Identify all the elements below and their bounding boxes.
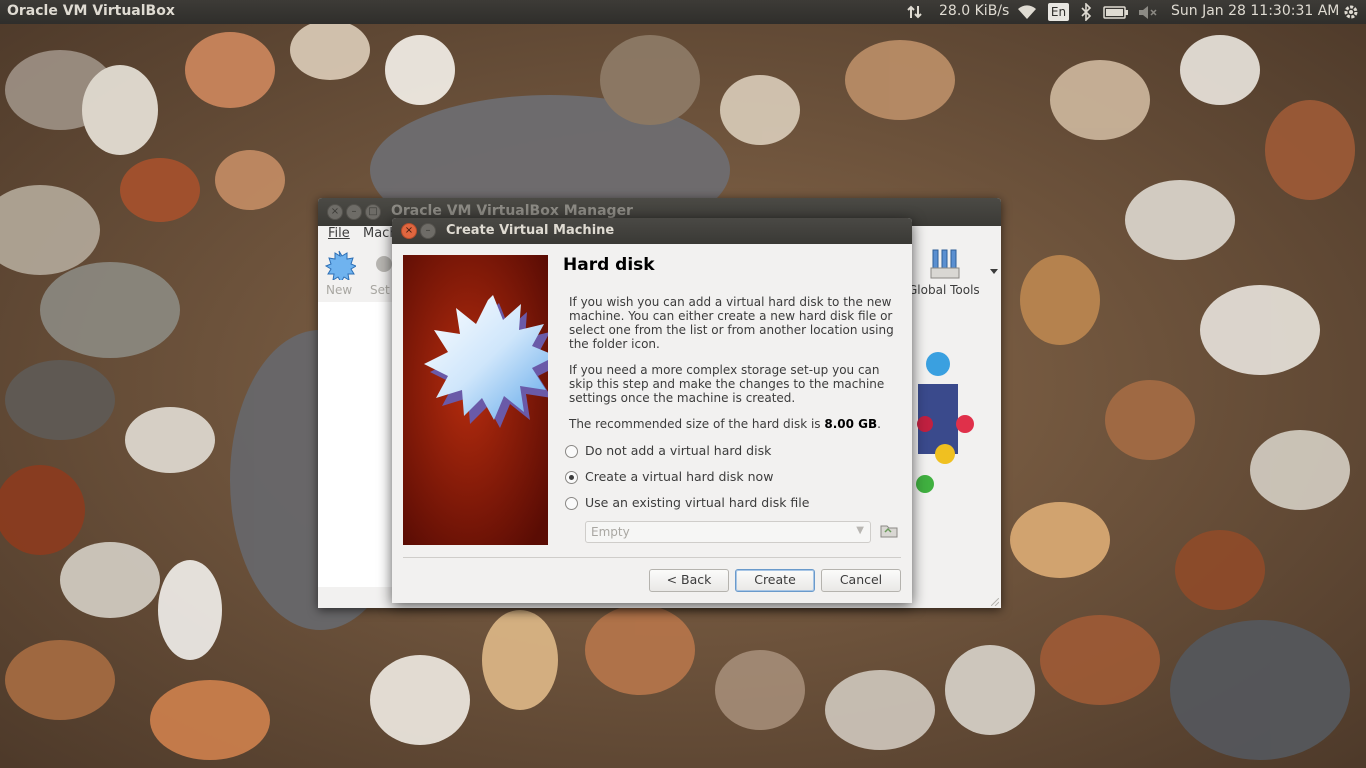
resize-grip[interactable]: [991, 598, 999, 606]
dialog-titlebar: × – Create Virtual Machine: [392, 218, 912, 244]
choose-disk-folder-icon[interactable]: [880, 523, 898, 538]
back-button[interactable]: < Back: [649, 569, 729, 592]
chevron-down-icon: ▼: [856, 525, 864, 536]
create-vm-dialog: × – Create Virtual Machine Hard disk If …: [392, 218, 912, 603]
minimize-icon[interactable]: –: [420, 223, 436, 239]
power-gear-icon[interactable]: [1343, 4, 1359, 20]
wifi-icon[interactable]: [1017, 5, 1037, 20]
new-vm-icon[interactable]: [322, 250, 356, 280]
manager-title: Oracle VM VirtualBox Manager: [391, 203, 633, 219]
global-tools-icon[interactable]: [930, 248, 960, 280]
existing-disk-select-value: Empty: [591, 525, 630, 539]
vm-list[interactable]: [318, 302, 394, 587]
virtualbox-mascot-icon: [916, 352, 974, 493]
network-speed[interactable]: 28.0 KiB/s: [939, 3, 1009, 19]
new-vm-label: New: [326, 283, 353, 297]
create-button[interactable]: Create: [735, 569, 815, 592]
volume-muted-icon[interactable]: [1138, 5, 1158, 20]
battery-icon[interactable]: [1103, 6, 1129, 19]
existing-disk-select[interactable]: Empty ▼: [585, 521, 871, 543]
description-paragraph-2: If you need a more complex storage set-u…: [569, 363, 885, 405]
recommended-size-suffix: .: [877, 417, 881, 431]
network-transfer-icon[interactable]: [906, 4, 924, 20]
radio-button[interactable]: [565, 445, 578, 458]
maximize-icon[interactable]: □: [365, 204, 381, 220]
page-heading: Hard disk: [563, 255, 655, 275]
bluetooth-icon[interactable]: [1080, 3, 1092, 21]
toolbar-overflow-icon[interactable]: [989, 268, 999, 276]
recommended-size-prefix: The recommended size of the hard disk is: [569, 417, 825, 431]
active-app-title: Oracle VM VirtualBox: [7, 3, 175, 19]
description-paragraph-1: If you wish you can add a virtual hard d…: [569, 295, 894, 351]
radio-existing-disk-label[interactable]: Use an existing virtual hard disk file: [585, 495, 809, 510]
global-tools-label: Global Tools: [908, 283, 980, 297]
menu-file[interactable]: File: [328, 226, 350, 241]
wizard-banner-image: [403, 255, 548, 545]
minimize-icon[interactable]: –: [346, 204, 362, 220]
recommended-size-text: The recommended size of the hard disk is…: [569, 417, 881, 431]
close-icon[interactable]: ×: [401, 223, 417, 239]
cancel-button[interactable]: Cancel: [821, 569, 901, 592]
clock[interactable]: Sun Jan 28 11:30:31 AM: [1171, 3, 1339, 19]
radio-no-disk-label[interactable]: Do not add a virtual hard disk: [585, 443, 771, 458]
settings-label: Set: [370, 283, 390, 297]
dialog-title: Create Virtual Machine: [446, 223, 615, 238]
recommended-size-value: 8.00 GB: [824, 417, 878, 431]
close-icon[interactable]: ×: [327, 204, 343, 220]
radio-create-disk-label[interactable]: Create a virtual hard disk now: [585, 469, 773, 484]
button-separator: [403, 557, 901, 558]
settings-icon[interactable]: [374, 250, 394, 280]
top-panel: Oracle VM VirtualBox 28.0 KiB/s En Sun J…: [0, 0, 1366, 24]
radio-button[interactable]: [565, 497, 578, 510]
keyboard-layout-indicator[interactable]: En: [1048, 3, 1069, 21]
radio-button-selected[interactable]: [565, 471, 578, 484]
